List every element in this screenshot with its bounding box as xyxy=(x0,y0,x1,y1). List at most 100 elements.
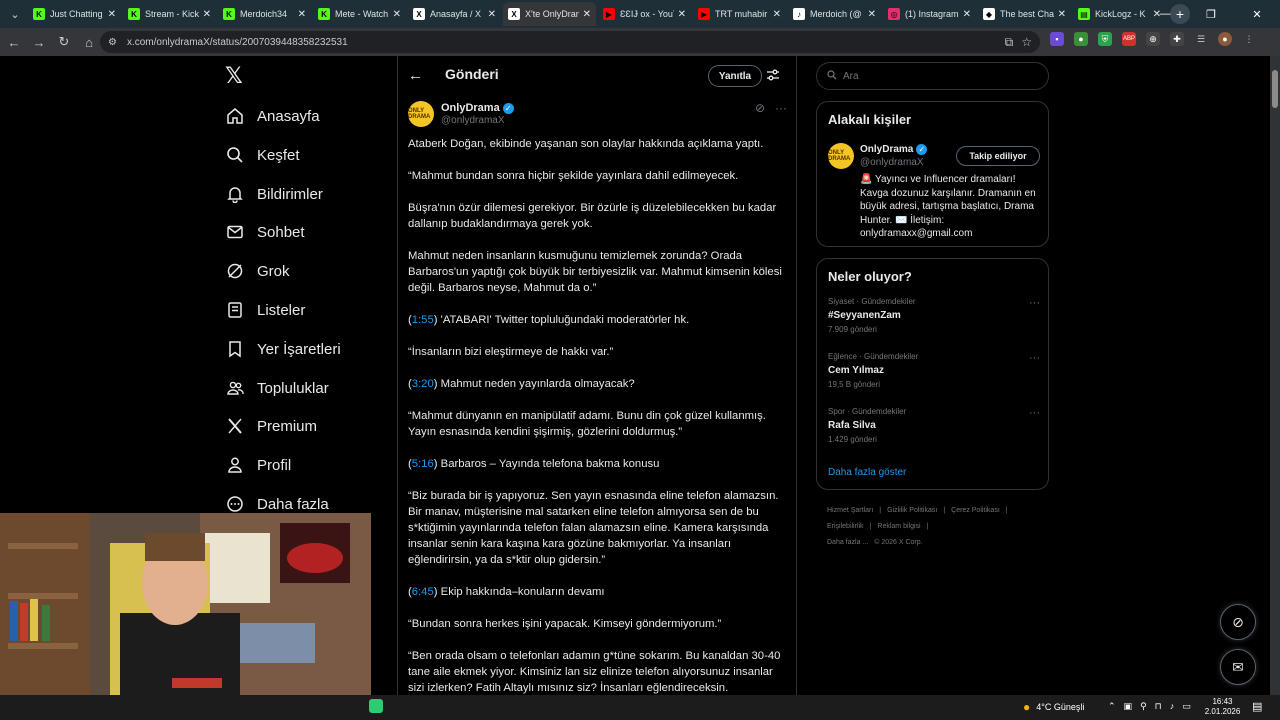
maximize-icon[interactable]: ❐ xyxy=(1188,0,1234,28)
tab-close-icon[interactable]: ✕ xyxy=(108,9,116,20)
network-icon[interactable]: ⊓ xyxy=(1155,701,1162,712)
timestamp-link[interactable]: 3:20 xyxy=(412,378,434,390)
tab-close-icon[interactable]: ✕ xyxy=(963,9,971,20)
related-name[interactable]: OnlyDrama ✓ xyxy=(860,144,928,155)
nav-item-9[interactable]: Premium xyxy=(225,413,317,439)
extension-icon[interactable]: ⊕ xyxy=(1146,32,1160,46)
tab-close-icon[interactable]: ✕ xyxy=(773,9,781,20)
browser-tab[interactable]: X Anasayfa / X ✕ xyxy=(408,2,501,26)
browser-tab[interactable]: K Merdoich34 ✕ xyxy=(218,2,311,26)
related-avatar[interactable]: ONLY DRAMA xyxy=(828,143,854,169)
trend-more-icon[interactable]: ··· xyxy=(1029,352,1040,364)
browser-tab[interactable]: ▶ TRT muhabir ✕ xyxy=(693,2,786,26)
nav-item-1[interactable]: Anasayfa xyxy=(225,103,320,129)
page-scrollbar[interactable] xyxy=(1270,56,1280,696)
browser-tab[interactable]: ◆ The best Chat ✕ xyxy=(978,2,1071,26)
footer-link[interactable]: Erişilebilirlik xyxy=(827,523,864,530)
tab-close-icon[interactable]: ✕ xyxy=(203,9,211,20)
extensions-puzzle-icon[interactable]: ✚ xyxy=(1170,32,1184,46)
volume-icon[interactable]: ♪ xyxy=(1170,701,1175,712)
sliders-icon[interactable] xyxy=(766,68,780,87)
bookmark-star-icon[interactable]: ☆ xyxy=(1021,35,1032,50)
tab-close-icon[interactable]: ✕ xyxy=(488,9,496,20)
back-arrow-icon[interactable]: ← xyxy=(408,67,423,84)
browser-tab[interactable]: ◎ (1) Instagram ✕ xyxy=(883,2,976,26)
extension-icon[interactable]: ● xyxy=(1074,32,1088,46)
close-window-icon[interactable]: ✕ xyxy=(1234,0,1280,28)
forward-icon[interactable]: → xyxy=(28,31,50,53)
profile-avatar[interactable]: ● xyxy=(1218,32,1232,46)
clock[interactable]: 16:43 2.01.2026 xyxy=(1200,697,1245,717)
nav-item-6[interactable]: Listeler xyxy=(225,297,305,323)
tab-close-icon[interactable]: ✕ xyxy=(1058,9,1066,20)
nav-item-5[interactable]: Grok xyxy=(225,258,290,284)
tab-close-icon[interactable]: ✕ xyxy=(678,9,686,20)
related-handle[interactable]: @onlydramaX xyxy=(860,157,924,168)
trend-more-icon[interactable]: ··· xyxy=(1029,407,1040,419)
footer-link[interactable]: Daha fazla ... xyxy=(827,539,868,546)
footer-link[interactable]: Gizlilik Politikası xyxy=(887,507,937,514)
tray-icon[interactable]: ⚲ xyxy=(1140,701,1147,712)
tab-search-icon[interactable]: ⌄ xyxy=(4,4,26,24)
browser-tab[interactable]: ♪ Merdoich (@ ✕ xyxy=(788,2,881,26)
nav-item-10[interactable]: Profil xyxy=(225,452,291,478)
x-logo-icon[interactable]: 𝕏 xyxy=(225,64,249,88)
weather-widget[interactable]: ● 4°C Güneşli xyxy=(1023,700,1084,714)
search-input[interactable]: Ara xyxy=(816,62,1049,90)
browser-menu-icon[interactable]: ⋮ xyxy=(1242,32,1256,46)
tab-close-icon[interactable]: ✕ xyxy=(393,9,401,20)
tab-close-icon[interactable]: ✕ xyxy=(298,9,306,20)
show-more-link[interactable]: Daha fazla göster xyxy=(828,467,906,478)
messages-fab-icon[interactable]: ✉ xyxy=(1220,649,1256,685)
post-more-icon[interactable]: ··· xyxy=(775,101,787,115)
browser-tab[interactable]: X X'te OnlyDrama ✕ xyxy=(503,2,596,26)
author-name[interactable]: OnlyDrama ✓ xyxy=(441,102,514,114)
browser-tab[interactable]: K Mete - Watch ✕ xyxy=(313,2,406,26)
author-avatar[interactable]: ONLY DRAMA xyxy=(408,101,434,127)
nav-item-3[interactable]: Bildirimler xyxy=(225,181,323,207)
author-handle[interactable]: @onlydramaX xyxy=(441,115,505,126)
following-button[interactable]: Takip ediliyor xyxy=(956,146,1040,166)
minimize-icon[interactable]: — xyxy=(1142,0,1188,28)
install-app-icon[interactable]: ⧉ xyxy=(1005,35,1014,50)
scrollbar-thumb[interactable] xyxy=(1272,70,1278,108)
tray-icon[interactable]: ▣ xyxy=(1124,701,1133,712)
footer-link[interactable]: Hizmet Şartları xyxy=(827,507,873,514)
grok-fab-icon[interactable]: ⊘ xyxy=(1220,604,1256,640)
site-info-icon[interactable]: ⚙ xyxy=(108,37,117,48)
footer-link[interactable]: Çerez Politikası xyxy=(951,507,1000,514)
trend-item[interactable]: Spor · Gündemdekiler Rafa Silva 1.429 gönd… xyxy=(828,407,1040,444)
nav-item-2[interactable]: Keşfet xyxy=(225,142,300,168)
battery-icon[interactable]: ▭ xyxy=(1182,701,1191,712)
tab-close-icon[interactable]: ✕ xyxy=(868,9,876,20)
timestamp-link[interactable]: 1:55 xyxy=(412,314,434,326)
tray-icon[interactable]: ⌃ xyxy=(1108,701,1116,712)
adblock-extension-icon[interactable]: ABP xyxy=(1122,32,1136,46)
nav-item-7[interactable]: Yer İşaretleri xyxy=(225,336,341,362)
timestamp-link[interactable]: 6:45 xyxy=(412,586,434,598)
nav-item-4[interactable]: Sohbet xyxy=(225,219,305,245)
grok-post-icon[interactable]: ⊘ xyxy=(755,101,765,115)
trend-more-icon[interactable]: ··· xyxy=(1029,297,1040,309)
taskbar-app-icon[interactable] xyxy=(369,699,383,713)
browser-tab[interactable]: K Just Chatting ✕ xyxy=(28,2,121,26)
timestamp-link[interactable]: 5:16 xyxy=(412,458,434,470)
reply-button[interactable]: Yanıtla xyxy=(708,65,762,87)
extension-icon[interactable]: ▪ xyxy=(1050,32,1064,46)
address-bar[interactable]: ⚙ x.com/onlydramaX/status/20070394483582… xyxy=(100,31,1040,53)
reading-list-icon[interactable]: ☰ xyxy=(1194,32,1208,46)
back-icon[interactable]: ← xyxy=(3,31,25,53)
footer-link[interactable]: © 2026 X Corp. xyxy=(874,539,922,546)
nav-item-8[interactable]: Topluluklar xyxy=(225,375,329,401)
bell-icon xyxy=(225,184,245,204)
home-browser-icon[interactable]: ⌂ xyxy=(78,31,100,53)
shield-extension-icon[interactable]: ⛨ xyxy=(1098,32,1112,46)
browser-tab[interactable]: ▶ ƐƐIɈ ox - YouTube ✕ xyxy=(598,2,691,26)
tab-close-icon[interactable]: ✕ xyxy=(583,9,591,20)
trend-item[interactable]: Siyaset · Gündemdekiler #SeyyanenZam 7.909… xyxy=(828,297,1040,334)
reload-icon[interactable]: ↻ xyxy=(53,31,75,53)
footer-link[interactable]: Reklam bilgisi xyxy=(877,523,920,530)
trend-item[interactable]: Eğlence · Gündemdekiler Cem Yılmaz 19,5 B … xyxy=(828,352,1040,389)
notification-icon[interactable]: ▤ xyxy=(1252,700,1262,713)
browser-tab[interactable]: K Stream - Kick ✕ xyxy=(123,2,216,26)
